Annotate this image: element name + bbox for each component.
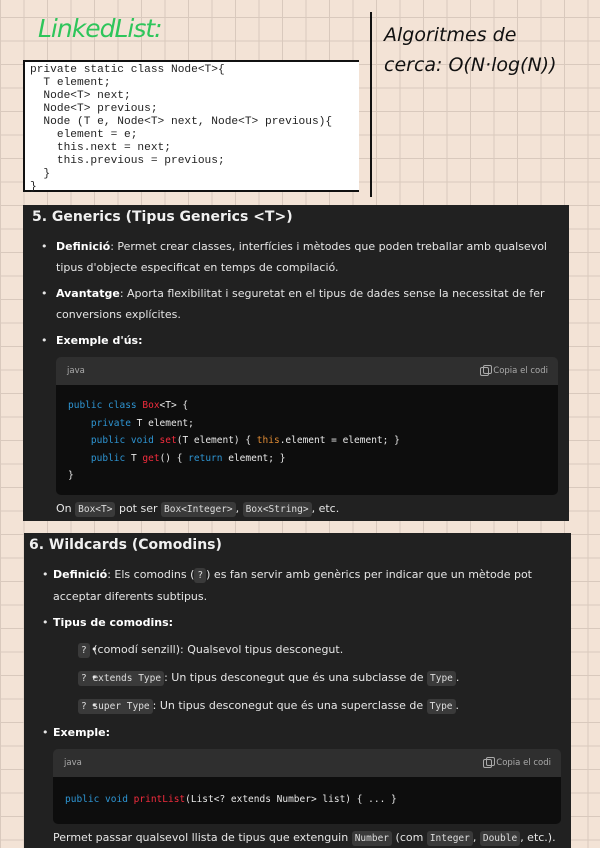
copy-code-button[interactable]: Copia el codi [480,364,548,376]
code-line: Node (T e, Node<T> next, Node<T> previou… [30,116,333,128]
text: Exemple: [53,726,111,739]
section-title: 5. Generics (Tipus Generics <T>) [32,209,293,225]
text: : Permet crear classes, interfícies i mè… [56,240,547,274]
wildcards-section: 6. Wildcards (Comodins) Definició: Els c… [24,533,571,848]
inline-code: ? [194,568,207,583]
code-language: java [67,366,85,376]
sub-item: ? extends Type: Un tipus desconegut que … [53,667,571,689]
code-token: public class [68,400,137,411]
code-line: } [30,168,51,180]
list-item: Definició: Permet crear classes, interfí… [23,236,569,278]
handwritten-linkedlist-title: LinkedList: [38,14,163,43]
inline-code: ? [78,643,90,658]
code-line: element = e; [30,129,138,141]
inline-code: Integer [426,830,473,846]
code-token: set [159,435,177,446]
inline-code: Box<Integer> [161,501,236,517]
code-token: return [188,452,223,464]
code-language: java [64,758,82,768]
code-block: java Copia el codi public void printList(… [53,749,561,824]
copy-icon [483,756,496,768]
text: Definició [53,568,108,581]
linkedlist-node-code-image: private static class Node<T>{ T element;… [23,60,359,193]
code-token: get [142,452,160,464]
inline-code: Double [479,830,521,846]
code-block: java Copia el codi public class Box<T> { … [56,357,558,495]
text: Permet passar qualsevol llista de tipus … [53,830,352,844]
inline-code: ? super Type [78,699,153,714]
text: Tipus de comodins: [53,616,174,629]
code-line: this.previous = previous; [30,155,225,167]
inline-code: Type [426,699,456,714]
text: , [472,830,480,844]
text: On [56,501,76,515]
code-line: Node<T> next; [30,90,131,102]
list-item: Definició: Els comodins (?) es fan servi… [24,564,571,607]
text: (comodí senzill): Qualsevol tipus descon… [89,643,344,656]
text: , etc.). [520,830,556,844]
text: (com [392,830,427,844]
code-token: this [256,435,280,446]
handwritten-algorithm-note: Algoritmes de cerca: O(N·log(N)) [384,20,557,80]
text: , [235,501,243,515]
code-token: Box [142,400,160,411]
code-token: printList [133,794,186,805]
note-line: Algoritmes de [384,24,517,46]
code-token: public void [65,794,128,805]
code-line: Node<T> previous; [30,103,158,115]
generics-section: 5. Generics (Tipus Generics <T>) Definic… [23,205,569,521]
divider-line [370,12,372,197]
code-content: public void printList(List<? extends Num… [53,777,561,824]
code-token: public [90,452,126,464]
sub-item: ? (comodí senzill): Qualsevol tipus desc… [53,639,571,661]
inline-code: Type [427,671,456,686]
code-token: private [90,417,131,429]
copy-label: Copia el codi [496,758,551,768]
code-content: public class Box<T> { private T element;… [56,385,558,495]
list-item: Tipus de comodins: ? (comodí senzill): Q… [24,612,571,717]
code-token: public void [90,435,154,446]
copy-code-button[interactable]: Copia el codi [483,756,551,768]
copy-icon [480,364,493,376]
code-line: private static class Node<T>{ [30,64,225,76]
text: : Els comodins ( [107,568,195,581]
text: pot ser [115,501,162,515]
inline-code: Number [351,830,393,846]
inline-code: Box<String> [242,501,312,517]
code-line: } [30,181,37,193]
note-line: cerca: O(N·log(N)) [384,54,557,76]
text: : Aporta flexibilitat i seguretat en el … [56,287,545,321]
sub-item: ? super Type: Un tipus desconegut que és… [53,695,571,717]
inline-code: Box<T> [75,501,116,517]
list-item: Avantatge: Aporta flexibilitat i seguret… [23,283,569,325]
copy-label: Copia el codi [493,366,548,376]
text: : Un tipus desconegut que és una subclas… [164,671,428,684]
list-item: Exemple d'ús: [23,330,569,351]
text: . [455,671,460,684]
label: Definició [56,240,111,253]
label: Exemple d'ús: [56,334,143,347]
code-line: T element; [30,77,111,89]
example-note: On Box<T> pot ser Box<Integer>, Box<Stri… [23,499,569,520]
example-note: Permet passar qualsevol llista de tipus … [24,828,571,848]
label: Avantatge [56,287,120,300]
code-line: this.next = next; [30,142,171,154]
list-item: Exemple: [24,722,571,743]
text: , etc. [311,501,340,515]
inline-code: ? extends Type [78,671,165,686]
section-title: 6. Wildcards (Comodins) [29,537,222,553]
text: . [455,699,460,712]
text: : Un tipus desconegut que és una supercl… [152,699,427,712]
